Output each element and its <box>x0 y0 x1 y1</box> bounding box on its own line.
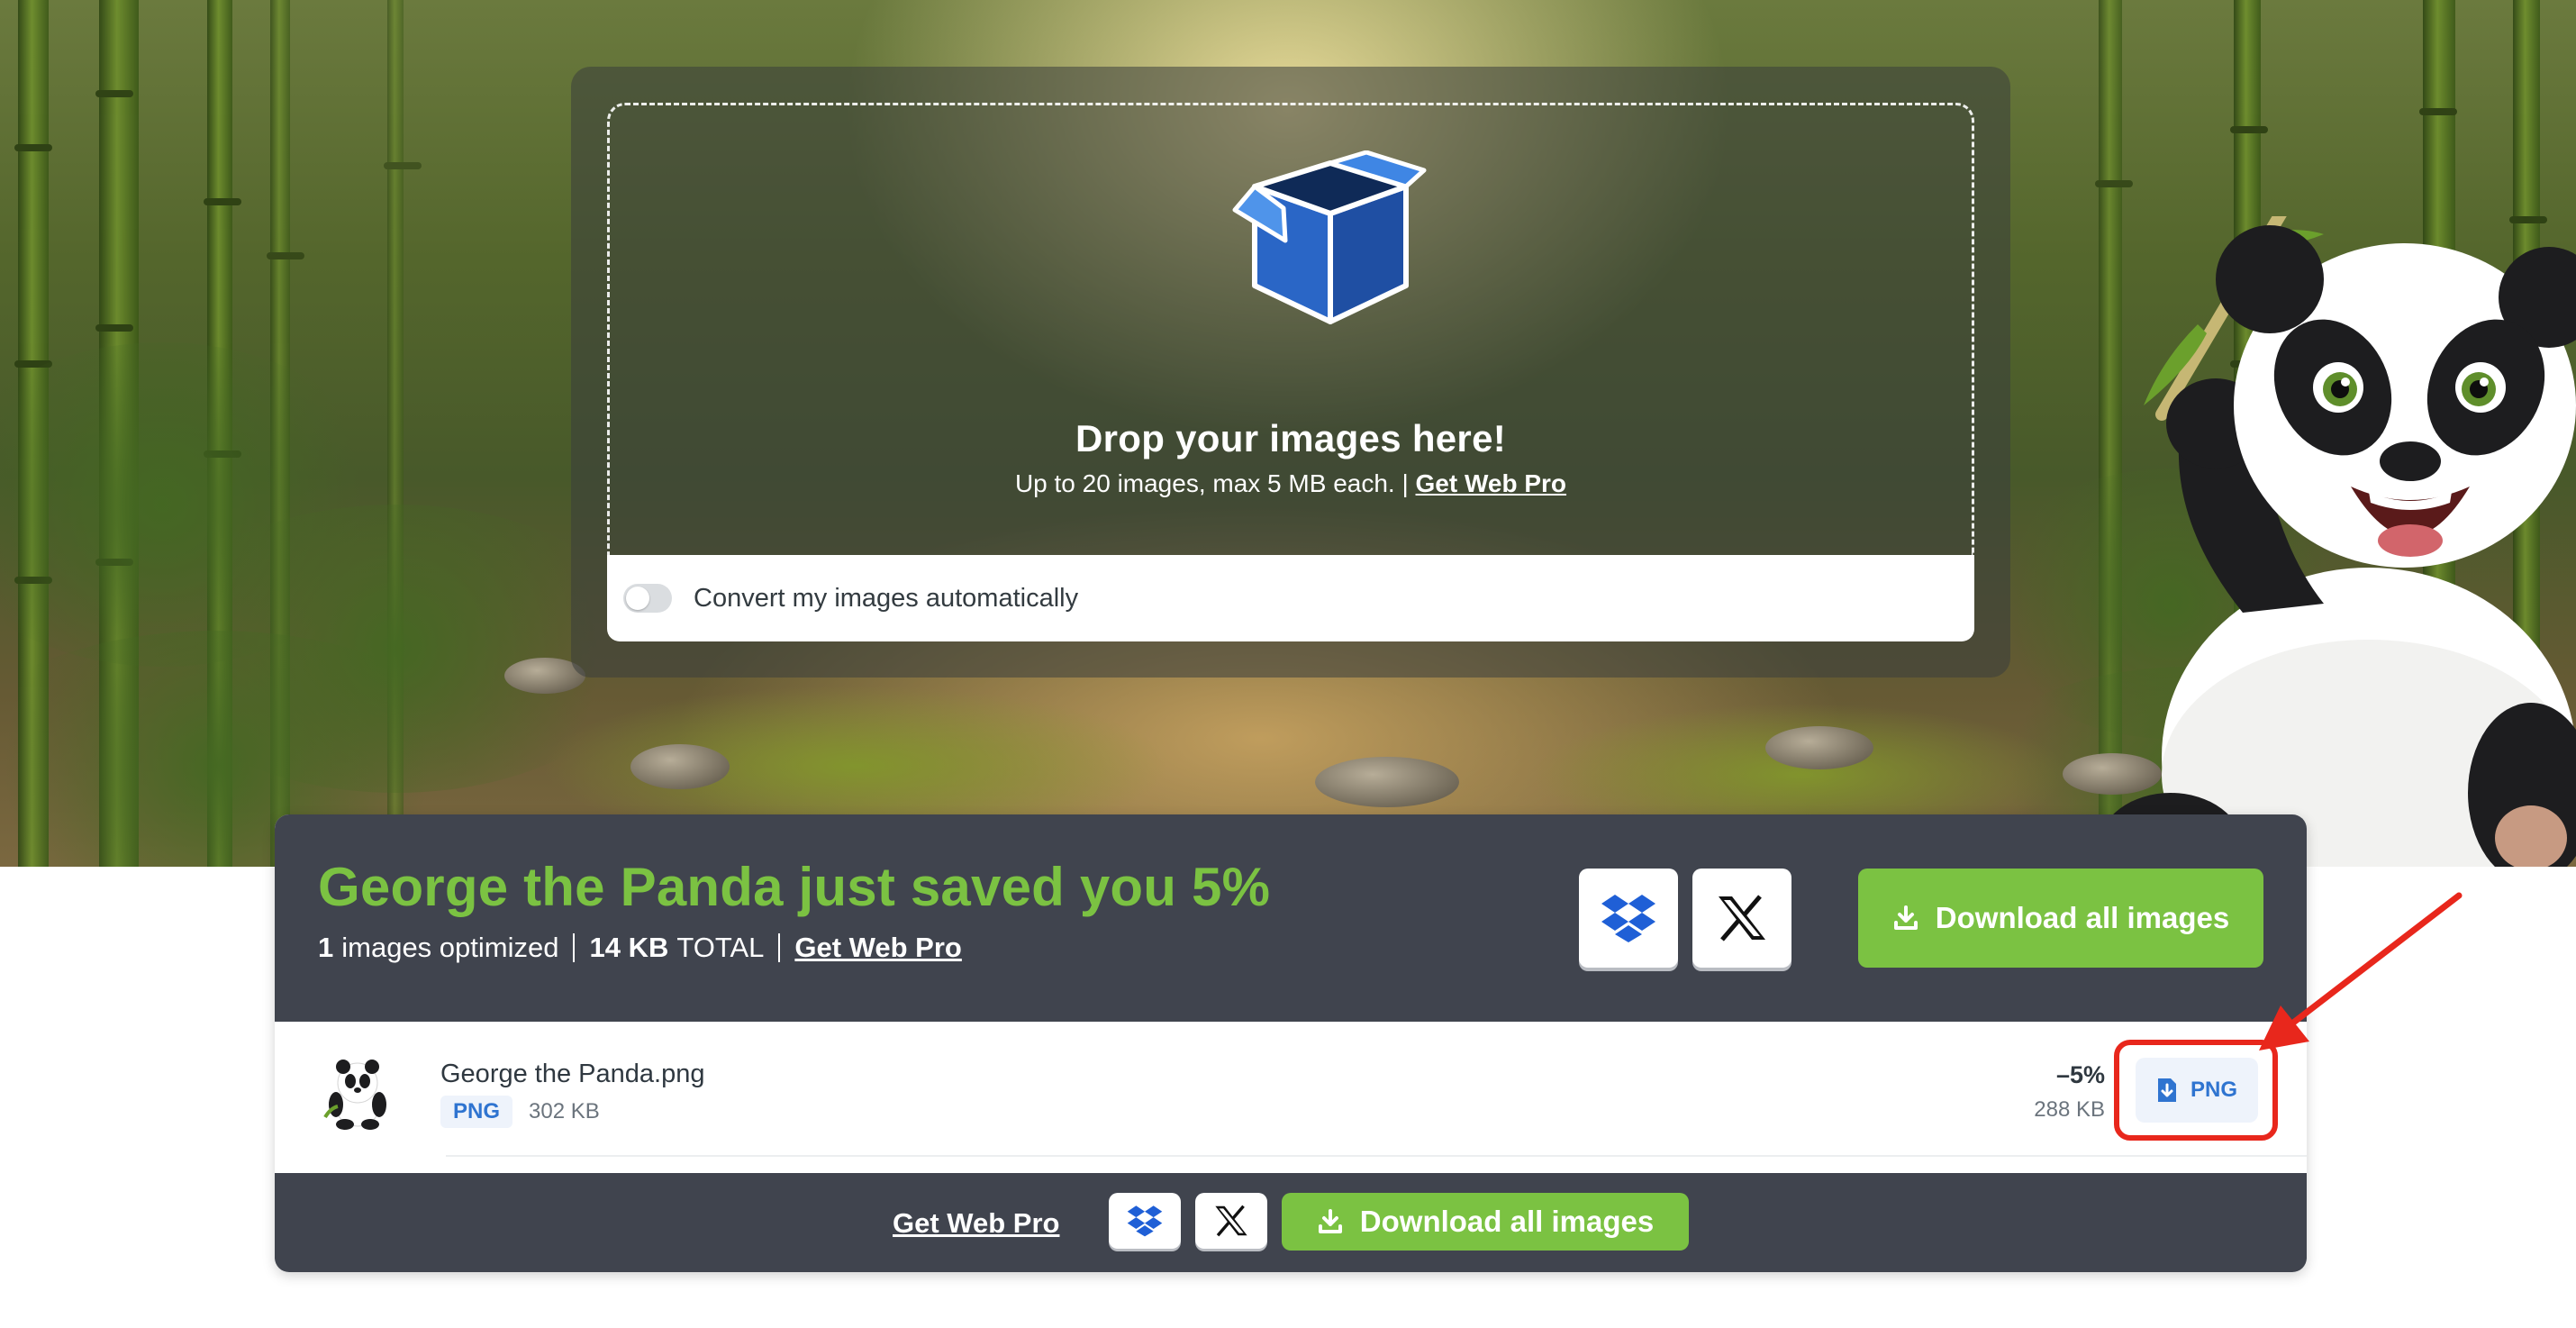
stats-separator <box>573 933 576 962</box>
reduction-percent: –5% <box>2055 1061 2105 1088</box>
x-icon <box>1719 895 1765 941</box>
file-type-badge: PNG <box>440 1096 513 1128</box>
results-panel: George the Panda just saved you 5% 1 ima… <box>275 814 2307 1272</box>
convert-bar: Convert my images automatically <box>607 555 1974 641</box>
dropbox-icon <box>1601 895 1655 942</box>
images-label: images optimized <box>341 932 559 963</box>
download-all-button[interactable]: Download all images <box>1858 869 2263 968</box>
file-row: George the Panda.png PNG 302 KB –5% 288 … <box>275 1022 2307 1157</box>
images-count: 1 <box>318 932 334 963</box>
total-size: 14 KB <box>589 932 669 963</box>
share-on-x-button[interactable] <box>1692 869 1791 968</box>
stats-separator <box>778 933 781 962</box>
get-web-pro-link[interactable]: Get Web Pro <box>1416 469 1567 497</box>
panda-illustration <box>2099 216 2576 867</box>
results-header: George the Panda just saved you 5% 1 ima… <box>275 814 2307 1022</box>
download-all-button[interactable]: Download all images <box>1282 1193 1689 1251</box>
x-icon <box>1215 1205 1247 1237</box>
toggle-knob <box>626 587 649 610</box>
share-on-x-button[interactable] <box>1195 1193 1267 1249</box>
open-box-icon <box>1232 150 1427 324</box>
annotation-arrow <box>2259 892 2463 1051</box>
download-all-label: Download all images <box>1935 901 2230 934</box>
upload-card: Drop your images here! Up to 20 images, … <box>571 67 2010 678</box>
dropbox-icon <box>1127 1205 1163 1237</box>
results-footer: Get Web Pro Download all images <box>275 1173 2307 1272</box>
original-size: 302 KB <box>529 1099 600 1123</box>
drop-zone[interactable]: Drop your images here! Up to 20 images, … <box>607 103 1974 555</box>
get-web-pro-link[interactable]: Get Web Pro <box>893 1207 1059 1240</box>
savings-headline: George the Panda just saved you 5% <box>318 857 1271 917</box>
download-icon <box>1318 1209 1342 1233</box>
file-thumbnail <box>323 1060 386 1130</box>
row-divider <box>446 1155 2307 1157</box>
save-to-dropbox-button[interactable] <box>1579 869 1678 968</box>
drop-limits-text: Up to 20 images, max 5 MB each. <box>1014 469 1395 497</box>
drop-subtitle: Up to 20 images, max 5 MB each. | Get We… <box>610 469 1972 498</box>
convert-toggle[interactable] <box>623 584 672 613</box>
file-name: George the Panda.png <box>440 1060 705 1088</box>
drop-title: Drop your images here! <box>1075 417 1507 459</box>
optimized-size: 288 KB <box>2034 1097 2105 1122</box>
download-icon <box>1893 905 1918 930</box>
stats-line: 1 images optimized 14 KB TOTAL Get Web P… <box>318 932 962 964</box>
download-all-label: Download all images <box>1359 1205 1655 1238</box>
convert-label: Convert my images automatically <box>694 583 1079 613</box>
subtitle-separator: | <box>1401 469 1416 497</box>
total-label: TOTAL <box>676 932 765 963</box>
save-to-dropbox-button[interactable] <box>1109 1193 1181 1249</box>
get-web-pro-link[interactable]: Get Web Pro <box>794 932 961 964</box>
